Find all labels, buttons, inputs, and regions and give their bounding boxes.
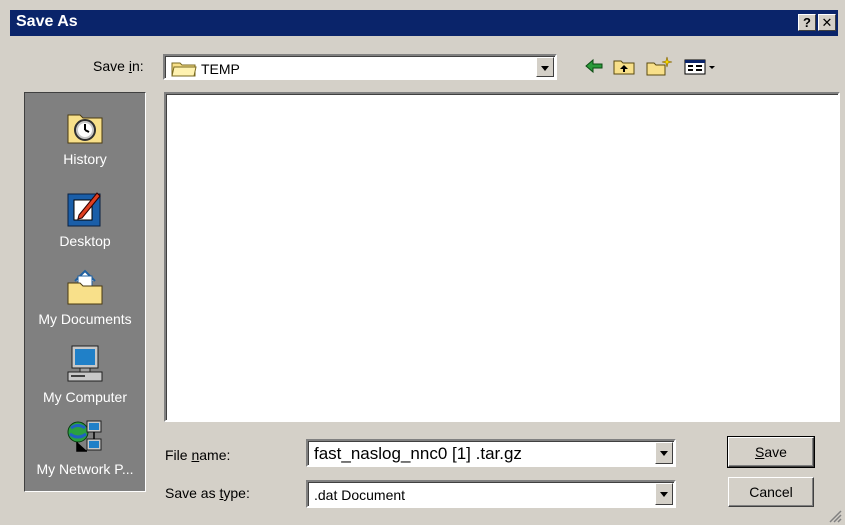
my-documents-icon <box>67 269 103 305</box>
dialog-title: Save As <box>16 13 78 30</box>
my-computer-icon <box>67 345 103 382</box>
file-list[interactable] <box>164 92 840 422</box>
places-history[interactable]: History <box>25 107 145 167</box>
save-as-type-label: Save as type: <box>165 485 250 501</box>
places-my-documents[interactable]: My Documents <box>25 267 145 327</box>
places-network[interactable]: My Network P... <box>25 417 145 477</box>
resize-grip[interactable] <box>828 509 842 523</box>
file-name-label: File name: <box>165 447 231 463</box>
file-name-dropdown-button[interactable] <box>655 442 673 464</box>
up-folder-icon[interactable] <box>612 56 636 76</box>
save-in-value: TEMP <box>201 61 240 77</box>
back-arrow-icon[interactable] <box>583 56 605 76</box>
new-folder-icon[interactable] <box>645 56 673 76</box>
title-bar[interactable]: Save As ? ✕ <box>10 10 838 36</box>
cancel-button[interactable]: Cancel <box>728 477 814 507</box>
save-as-type-dropdown-button[interactable] <box>655 483 673 505</box>
file-name-combo[interactable]: fast_naslog_nnc0 [1] .tar.gz <box>306 439 676 467</box>
save-as-type-combo[interactable]: .dat Document <box>306 480 676 508</box>
save-in-dropdown-button[interactable] <box>536 57 554 77</box>
save-in-label: Save in: <box>93 58 144 74</box>
close-button[interactable]: ✕ <box>818 14 836 31</box>
view-menu-icon[interactable] <box>683 56 719 76</box>
save-in-combo[interactable]: TEMP <box>163 54 557 80</box>
places-bar: History Desktop My Documents My Computer… <box>24 92 146 492</box>
save-as-type-value: .dat Document <box>314 487 406 503</box>
save-button[interactable]: Save <box>727 436 815 468</box>
network-places-icon <box>67 420 102 452</box>
save-as-dialog: Save As ? ✕ Save in: TEMP History Deskto… <box>0 0 845 525</box>
folder-icon <box>171 62 197 77</box>
file-name-input[interactable]: fast_naslog_nnc0 [1] .tar.gz <box>314 444 522 464</box>
places-desktop[interactable]: Desktop <box>25 189 145 249</box>
help-button[interactable]: ? <box>798 14 816 31</box>
places-my-computer[interactable]: My Computer <box>25 343 145 405</box>
desktop-icon <box>67 192 101 227</box>
history-icon <box>67 114 103 144</box>
